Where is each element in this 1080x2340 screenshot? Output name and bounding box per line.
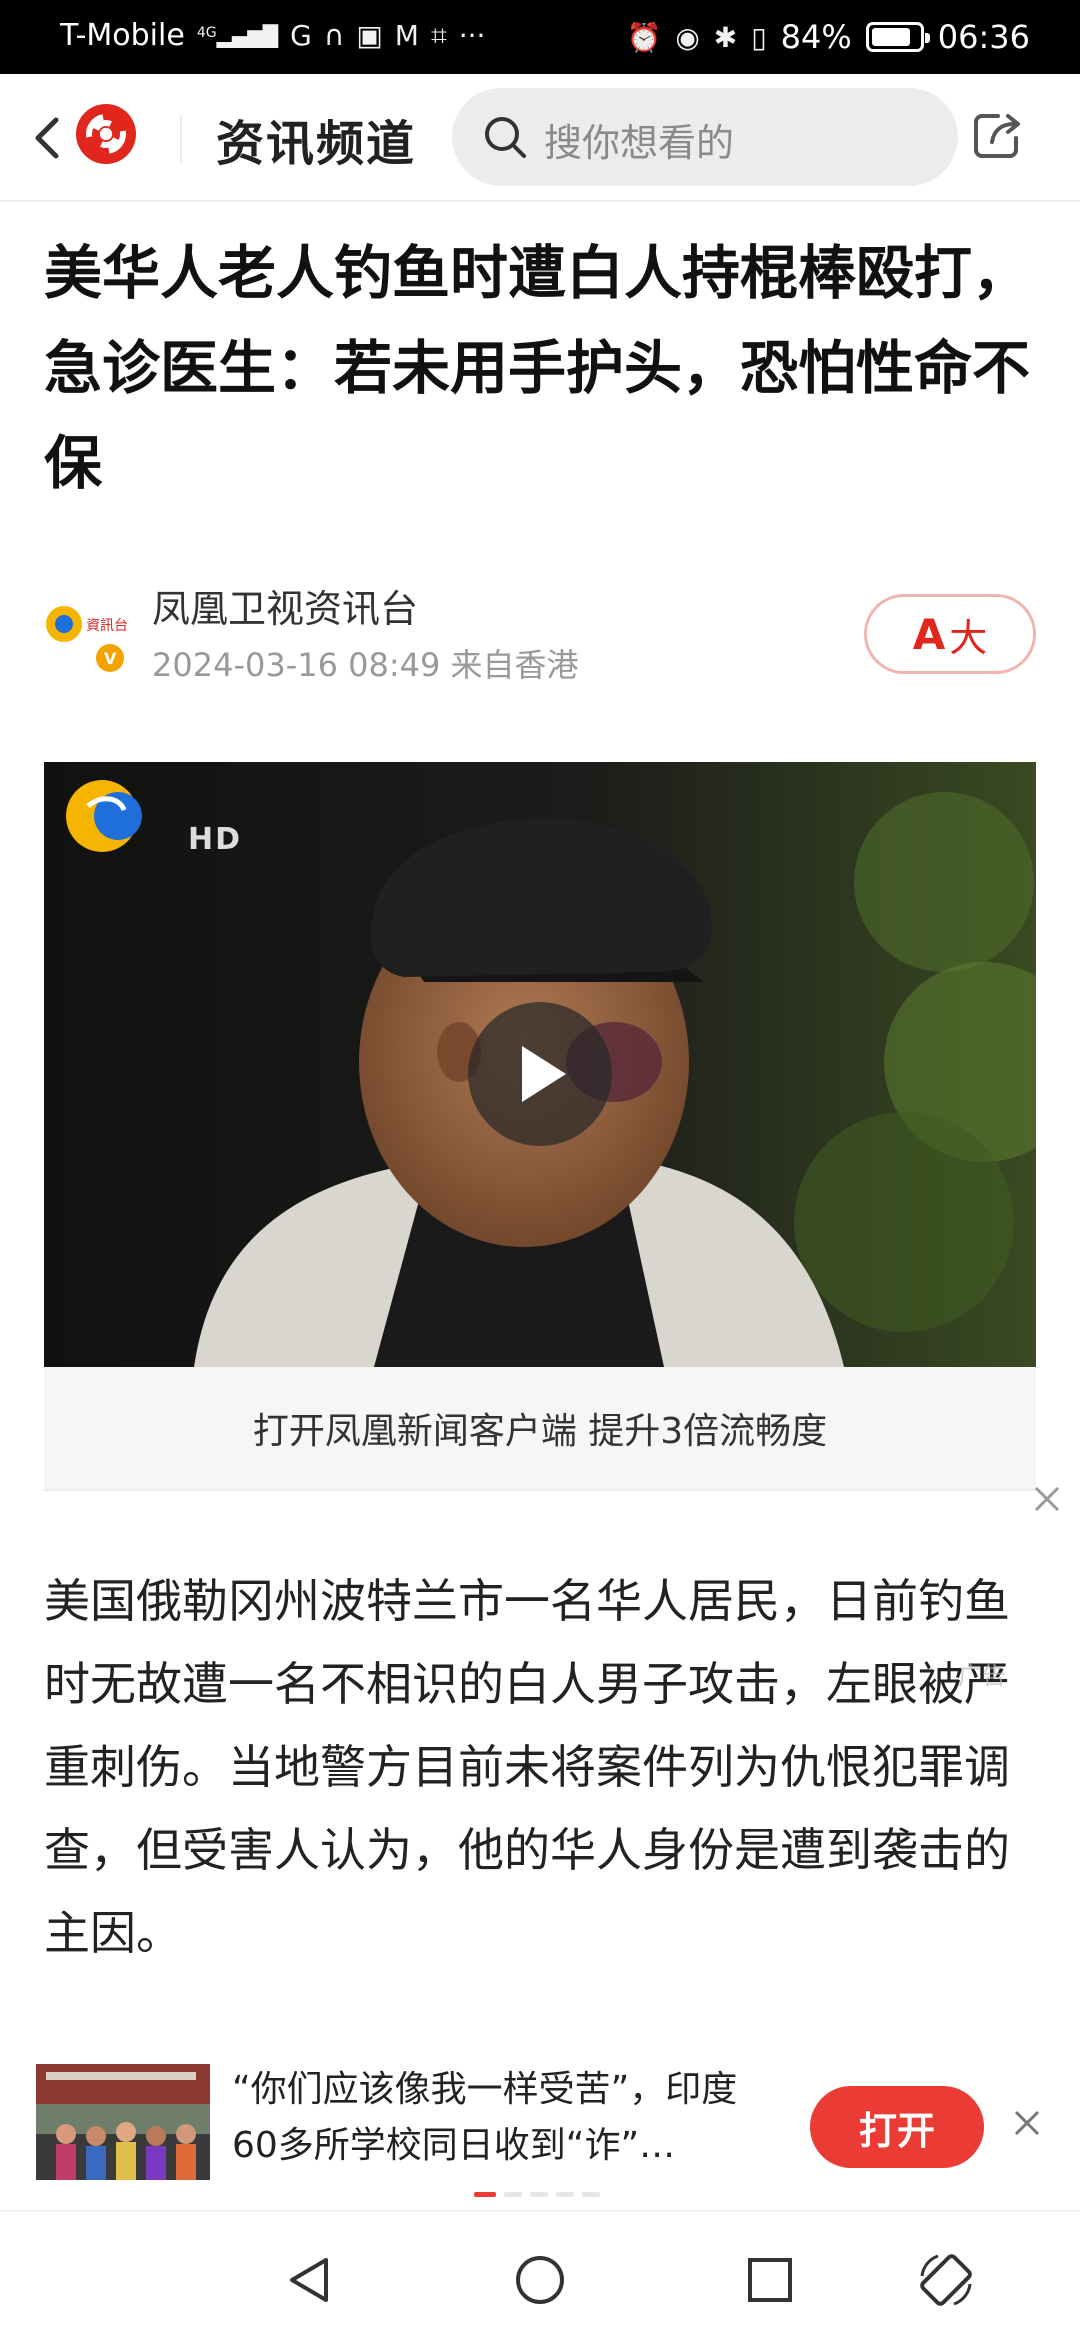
play-icon (522, 1046, 566, 1102)
channel-hd-logo (58, 776, 184, 856)
bluetooth-icon: ✱ (713, 20, 738, 54)
battery-icon (865, 22, 930, 52)
square-recents-icon (748, 2258, 792, 2302)
share-button[interactable] (968, 104, 1028, 164)
carousel-dot (504, 2192, 522, 2197)
status-right: ⏰ ◉ ✱ ▯ 84% 06:36 (626, 18, 1030, 56)
circle-home-icon (516, 2256, 564, 2304)
carousel-indicator (474, 2192, 600, 2197)
carousel-dot (530, 2192, 548, 2197)
ifeng-logo-icon[interactable] (76, 104, 136, 164)
search-bar[interactable]: 搜你想看的 (452, 88, 958, 186)
headphones-icon: ∩ (323, 19, 345, 52)
status-bar: T-Mobile 4G▂▄▆█ G ∩ ▣ M ⌗ ··· ⏰ ◉ ✱ ▯ 84… (0, 0, 1080, 74)
channel-title[interactable]: 资讯频道 (216, 104, 416, 174)
battery-percent: 84% (780, 18, 852, 56)
rotate-screen-button[interactable] (914, 2248, 978, 2312)
recommendation-thumbnail (36, 2064, 210, 2180)
carrier-label: T-Mobile (60, 18, 185, 53)
alarm-icon: ⏰ (626, 20, 662, 54)
thumbnail-image (36, 2064, 210, 2180)
share-icon (974, 114, 1020, 158)
font-size-label: 大 (949, 615, 988, 660)
font-size-button[interactable]: A 大 (864, 594, 1036, 674)
back-button[interactable] (24, 108, 68, 168)
close-icon (1034, 1486, 1060, 1512)
recommendation-title[interactable]: “你们应该像我一样受苦”，印度60多所学校同日收到“诈”… (232, 2062, 772, 2174)
hd-badge: HD (188, 822, 243, 857)
close-ad-button[interactable] (1032, 1484, 1062, 1514)
article-body: 美国俄勒冈州波特兰市一名华人居民，日前钓鱼时无故遭一名不相识的白人男子攻击，左眼… (44, 1574, 1010, 1960)
carousel-dot (474, 2192, 496, 2197)
search-placeholder: 搜你想看的 (544, 121, 735, 165)
nav-back-button[interactable] (282, 2252, 338, 2308)
network-type: 4G (196, 24, 217, 41)
svg-text:V: V (104, 649, 117, 668)
publish-meta: 2024-03-16 08:49 来自香港 (152, 646, 579, 684)
system-nav-bar (0, 2210, 1080, 2340)
triangle-back-icon (290, 2258, 328, 2302)
g-app-icon: G (290, 19, 312, 52)
phoenix-channel-icon (66, 780, 142, 852)
source-logo-icon: 資訊台 V (46, 606, 130, 672)
frame-icon: ⌗ (430, 18, 447, 52)
font-a-icon: A (912, 609, 946, 659)
rotate-icon (920, 2254, 972, 2306)
nav-recents-button[interactable] (742, 2252, 798, 2308)
eye-icon: ◉ (675, 20, 700, 54)
recommendation-banner[interactable]: “你们应该像我一样受苦”，印度60多所学校同日收到“诈”… 打开 (0, 2040, 1080, 2200)
photo-icon: ▣ (356, 19, 383, 52)
open-app-tip[interactable]: 打开凤凰新闻客户端 提升3倍流畅度 (44, 1367, 1036, 1491)
chevron-left-icon (35, 117, 59, 159)
ad-label: 广告 (958, 1662, 1006, 1690)
clock: 06:36 (937, 18, 1030, 56)
carousel-dot (582, 2192, 600, 2197)
play-button[interactable] (468, 1002, 612, 1146)
top-bar: 资讯频道 搜你想看的 (0, 74, 1080, 202)
svg-text:資訊台: 資訊台 (86, 618, 128, 634)
source-name[interactable]: 凤凰卫视资讯台 (152, 578, 418, 633)
close-icon (1014, 2110, 1040, 2136)
search-icon (485, 117, 526, 158)
signal-icon: 4G▂▄▆█ (196, 23, 279, 48)
carousel-dot (556, 2192, 574, 2197)
mail-icon: M (394, 19, 419, 52)
status-left: T-Mobile 4G▂▄▆█ G ∩ ▣ M ⌗ ··· (60, 18, 485, 53)
close-recommendation-button[interactable] (1010, 2106, 1044, 2140)
header-divider (180, 114, 182, 164)
more-icon: ··· (458, 19, 486, 52)
article-headline: 美华人老人钓鱼时遭白人持棍棒殴打，急诊医生：若未用手护头，恐怕性命不保 (44, 239, 1031, 497)
vibrate-icon: ▯ (751, 20, 767, 54)
source-avatar[interactable]: 資訊台 V (42, 600, 134, 680)
video-player[interactable]: HD (44, 762, 1036, 1367)
nav-home-button[interactable] (512, 2252, 568, 2308)
open-app-button[interactable]: 打开 (810, 2086, 984, 2168)
